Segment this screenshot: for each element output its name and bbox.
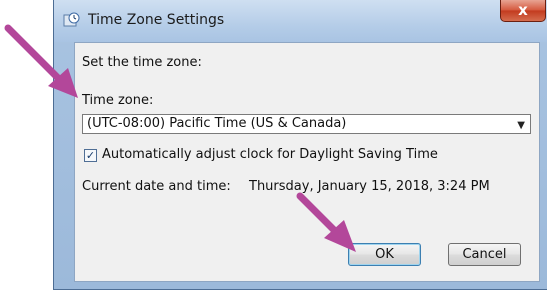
arrow-to-ok-button <box>296 192 356 252</box>
annotation-arrows <box>4 24 356 252</box>
arrow-to-timezone <box>4 24 78 98</box>
